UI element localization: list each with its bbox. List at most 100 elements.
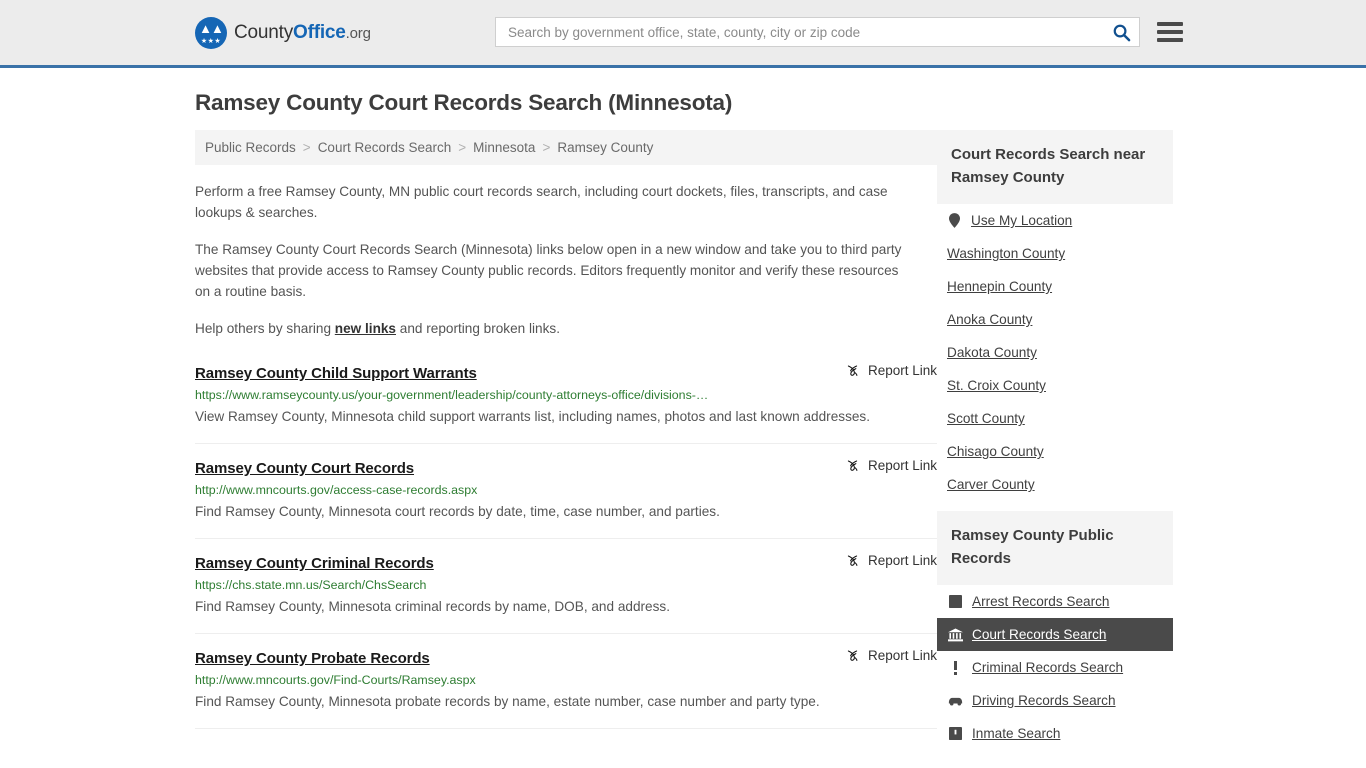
sidebar-item-inmate-search[interactable]: Inmate Search xyxy=(937,717,1173,750)
sidebar-item-st-croix-county[interactable]: St. Croix County xyxy=(937,369,1173,402)
breadcrumb-separator: > xyxy=(542,140,551,155)
breadcrumb-separator: > xyxy=(458,140,467,155)
report-link-label: Report Link xyxy=(867,553,937,568)
fingerprint-icon xyxy=(948,594,963,609)
help-prefix: Help others by sharing xyxy=(195,321,335,336)
sidebar-item-criminal-records-search[interactable]: Criminal Records Search xyxy=(937,651,1173,684)
sidebar-item-court-records-search[interactable]: Court Records Search xyxy=(937,618,1173,651)
sidebar-item-label: St. Croix County xyxy=(947,378,1046,393)
broken-link-icon xyxy=(847,460,858,471)
result-item: Ramsey County Child Support Warrants Rep… xyxy=(195,363,937,444)
search-input[interactable] xyxy=(506,23,1110,41)
public-records-panel-heading: Ramsey County Public Records xyxy=(937,511,1173,585)
sidebar-item-anoka-county[interactable]: Anoka County xyxy=(937,303,1173,336)
brand-wordmark: CountyOffice.org xyxy=(234,22,371,44)
result-header: Ramsey County Court Records Report Link xyxy=(195,458,937,477)
courthouse-icon xyxy=(948,627,963,642)
public-records-panel: Ramsey County Public Records Arrest Reco… xyxy=(937,511,1173,750)
sidebar-item-label: Washington County xyxy=(947,246,1066,261)
new-links-link[interactable]: new links xyxy=(335,321,396,336)
breadcrumb-separator: > xyxy=(302,140,311,155)
broken-link-icon xyxy=(847,555,858,566)
sidebar-item-use-my-location[interactable]: Use My Location xyxy=(937,204,1173,237)
sidebar: Court Records Search near Ramsey County … xyxy=(937,130,1173,760)
result-title-link[interactable]: Ramsey County Court Records xyxy=(195,460,414,477)
sidebar-item-dakota-county[interactable]: Dakota County xyxy=(937,336,1173,369)
list-item: Hennepin County xyxy=(937,270,1173,303)
breadcrumb: Public Records > Court Records Search > … xyxy=(195,130,937,165)
nearby-county-list: Use My Location Washington County Hennep… xyxy=(937,204,1173,501)
sidebar-item-hennepin-county[interactable]: Hennepin County xyxy=(937,270,1173,303)
sidebar-item-chisago-county[interactable]: Chisago County xyxy=(937,435,1173,468)
site-logo[interactable]: ▲▲ ★★★ CountyOffice.org xyxy=(195,16,371,49)
sidebar-item-label: Dakota County xyxy=(947,345,1037,360)
intro-help-paragraph: Help others by sharing new links and rep… xyxy=(195,318,915,339)
list-item: Use My Location xyxy=(937,204,1173,237)
public-records-list: Arrest Records Search Court Records Sear… xyxy=(937,585,1173,750)
sidebar-item-label: Chisago County xyxy=(947,444,1044,459)
sidebar-item-arrest-records-search[interactable]: Arrest Records Search xyxy=(937,585,1173,618)
breadcrumb-item-court-records-search[interactable]: Court Records Search xyxy=(318,140,452,155)
list-item: Anoka County xyxy=(937,303,1173,336)
result-url[interactable]: http://www.mncourts.gov/access-case-reco… xyxy=(195,483,895,497)
report-link-button[interactable]: Report Link xyxy=(845,458,937,473)
result-url[interactable]: https://chs.state.mn.us/Search/ChsSearch xyxy=(195,578,895,592)
sidebar-item-label: Anoka County xyxy=(947,312,1033,327)
content-columns: Public Records > Court Records Search > … xyxy=(195,130,1173,760)
report-link-button[interactable]: Report Link xyxy=(845,363,937,378)
list-item: Driving Records Search xyxy=(937,684,1173,717)
list-item: Arrest Records Search xyxy=(937,585,1173,618)
broken-link-icon xyxy=(847,365,858,376)
help-suffix: and reporting broken links. xyxy=(396,321,560,336)
report-link-label: Report Link xyxy=(867,363,937,378)
sidebar-item-washington-county[interactable]: Washington County xyxy=(937,237,1173,270)
eagle-stars-seal-icon: ▲▲ ★★★ xyxy=(195,16,227,49)
sidebar-item-label: Inmate Search xyxy=(972,726,1061,741)
brand-part1: County xyxy=(234,21,294,43)
breadcrumb-item-public-records[interactable]: Public Records xyxy=(205,140,296,155)
sidebar-item-label: Carver County xyxy=(947,477,1035,492)
list-item: Chisago County xyxy=(937,435,1173,468)
nearby-panel: Court Records Search near Ramsey County … xyxy=(937,130,1173,501)
report-link-label: Report Link xyxy=(867,648,937,663)
sidebar-item-label: Arrest Records Search xyxy=(972,594,1110,609)
map-pin-icon xyxy=(947,213,962,228)
result-title-link[interactable]: Ramsey County Probate Records xyxy=(195,650,430,667)
intro-paragraph-2: The Ramsey County Court Records Search (… xyxy=(195,242,902,299)
result-description: Find Ramsey County, Minnesota probate re… xyxy=(195,694,820,709)
report-link-label: Report Link xyxy=(867,458,937,473)
site-header: ▲▲ ★★★ CountyOffice.org xyxy=(0,0,1366,68)
result-item: Ramsey County Court Records Report Link … xyxy=(195,458,937,539)
hamburger-menu-icon[interactable] xyxy=(1157,19,1183,45)
search-bar xyxy=(495,17,1140,47)
sidebar-item-label: Driving Records Search xyxy=(972,693,1116,708)
list-item: Dakota County xyxy=(937,336,1173,369)
sidebar-item-label: Court Records Search xyxy=(972,627,1107,642)
result-item: Ramsey County Criminal Records Report Li… xyxy=(195,553,937,634)
intro-paragraph-1: Perform a free Ramsey County, MN public … xyxy=(195,184,888,220)
result-header: Ramsey County Child Support Warrants Rep… xyxy=(195,363,937,382)
report-link-button[interactable]: Report Link xyxy=(845,553,937,568)
sidebar-item-carver-county[interactable]: Carver County xyxy=(937,468,1173,501)
result-title-link[interactable]: Ramsey County Child Support Warrants xyxy=(195,365,477,382)
sidebar-item-label: Hennepin County xyxy=(947,279,1053,294)
sidebar-item-label: Scott County xyxy=(947,411,1025,426)
result-url[interactable]: http://www.mncourts.gov/Find-Courts/Rams… xyxy=(195,673,895,687)
brand-part3: .org xyxy=(345,24,371,42)
result-description: Find Ramsey County, Minnesota court reco… xyxy=(195,504,720,519)
list-item: Court Records Search xyxy=(937,618,1173,651)
result-title-link[interactable]: Ramsey County Criminal Records xyxy=(195,555,434,572)
sidebar-item-scott-county[interactable]: Scott County xyxy=(937,402,1173,435)
jail-building-icon xyxy=(948,726,963,741)
result-description: Find Ramsey County, Minnesota criminal r… xyxy=(195,599,670,614)
breadcrumb-item-ramsey-county[interactable]: Ramsey County xyxy=(557,140,653,155)
nearby-panel-heading: Court Records Search near Ramsey County xyxy=(937,130,1173,204)
list-item: Carver County xyxy=(937,468,1173,501)
result-description: View Ramsey County, Minnesota child supp… xyxy=(195,409,870,424)
report-link-button[interactable]: Report Link xyxy=(845,648,937,663)
breadcrumb-item-minnesota[interactable]: Minnesota xyxy=(473,140,535,155)
sidebar-item-driving-records-search[interactable]: Driving Records Search xyxy=(937,684,1173,717)
result-url[interactable]: https://www.ramseycounty.us/your-governm… xyxy=(195,388,895,402)
page-body: Ramsey County Court Records Search (Minn… xyxy=(0,90,1366,760)
search-button[interactable] xyxy=(1110,23,1133,42)
